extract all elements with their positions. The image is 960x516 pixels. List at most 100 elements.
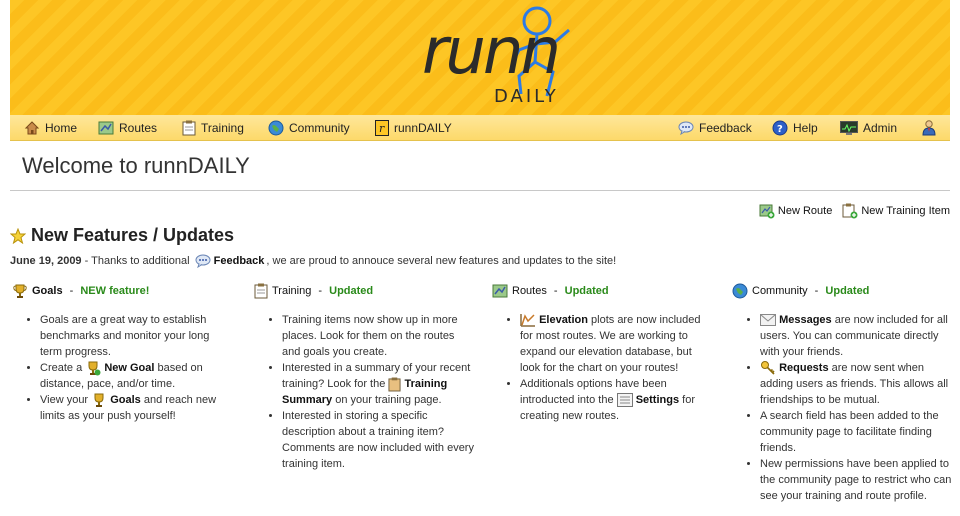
list-item: A search field has been added to the com… (760, 408, 952, 456)
speech-bubble-icon (678, 121, 694, 135)
page-title: Welcome to runnDAILY (22, 153, 250, 178)
nav-training[interactable]: Training (182, 120, 244, 136)
nav-help[interactable]: ? Help (772, 120, 818, 136)
user-icon (922, 120, 936, 136)
intro-text-before: - Thanks to additional (81, 255, 193, 267)
routes-column: Routes - Updated Elevation plots are now… (492, 282, 707, 424)
community-title: Community (752, 285, 808, 297)
training-item-text: Training items now show up in more place… (282, 314, 458, 358)
goals-link[interactable]: Goals (110, 394, 141, 406)
intro-text-after: , we are proud to annouce several new fe… (266, 255, 617, 267)
intro-line: June 19, 2009 - Thanks to additional Fee… (10, 254, 616, 268)
messages-link[interactable]: Messages (779, 314, 832, 326)
new-route-link[interactable]: New Route (759, 203, 832, 219)
settings-link[interactable]: Settings (636, 394, 679, 406)
new-route-label: New Route (777, 205, 833, 217)
globe-icon (268, 120, 284, 136)
envelope-icon (760, 314, 776, 327)
training-separator: - (315, 285, 326, 297)
home-icon (24, 121, 40, 135)
nav-home[interactable]: Home (24, 120, 77, 136)
nav-community[interactable]: Community (268, 120, 350, 136)
nav-feedback-label: Feedback (699, 121, 752, 135)
goals-status: NEW feature! (80, 285, 150, 297)
runndaily-r-icon: r (375, 120, 389, 136)
new-training-item-label: New Training Item (861, 205, 950, 217)
list-item: Training items now show up in more place… (282, 312, 474, 360)
training-item-text: Interested in storing a specific descrip… (282, 410, 474, 470)
goals-list: Goals are a great way to establish bench… (12, 312, 232, 424)
nav-user-profile[interactable] (922, 120, 936, 136)
list-item: Create a New Goal based on distance, pac… (40, 360, 232, 392)
routes-title: Routes (512, 285, 547, 297)
community-item-text: New permissions have been applied to the… (760, 458, 952, 503)
list-item: View your Goals and reach new limits as … (40, 392, 232, 424)
nav-runndaily[interactable]: r runnDAILY (375, 120, 452, 136)
header-banner: runn DAILY (10, 0, 950, 115)
intro-feedback-label: Feedback (213, 255, 265, 267)
new-map-icon (759, 204, 775, 219)
quick-actions: New Route New Training Item (759, 203, 950, 219)
requests-link[interactable]: Requests (779, 362, 829, 374)
intro-date: June 19, 2009 (10, 255, 82, 267)
nav-feedback[interactable]: Feedback (678, 120, 752, 136)
trophy-icon (88, 361, 101, 376)
goals-heading: Goals - NEW feature! (12, 282, 232, 300)
community-column: Community - Updated Messages are now inc… (732, 282, 952, 504)
intro-feedback-link[interactable]: Feedback (195, 254, 265, 268)
map-icon (492, 284, 508, 298)
nav-admin[interactable]: Admin (840, 120, 897, 136)
nav-runndaily-label: runnDAILY (394, 121, 452, 135)
list-item: Interested in a summary of your recent t… (282, 360, 474, 408)
svg-text:?: ? (777, 124, 783, 135)
nav-routes[interactable]: Routes (98, 120, 157, 136)
routes-list: Elevation plots are now included for mos… (492, 312, 707, 424)
list-item: New permissions have been applied to the… (760, 456, 952, 504)
list-item: Interested in storing a specific descrip… (282, 408, 474, 472)
goals-item-text: View your (40, 394, 92, 407)
new-goal-link[interactable]: New Goal (104, 362, 154, 374)
training-heading: Training - Updated (254, 282, 474, 300)
community-separator: - (811, 285, 822, 297)
routes-status: Updated (564, 285, 609, 297)
elevation-chart-icon (520, 314, 535, 327)
svg-text:r: r (379, 122, 385, 135)
goals-title: Goals (32, 285, 63, 297)
globe-icon (732, 283, 748, 299)
goals-item-text: Goals are a great way to establish bench… (40, 314, 210, 358)
training-title: Training (272, 285, 312, 297)
goals-column: Goals - NEW feature! Goals are a great w… (12, 282, 232, 424)
new-training-item-link[interactable]: New Training Item (842, 203, 950, 219)
nav-routes-label: Routes (119, 121, 158, 135)
list-item: Elevation plots are now included for mos… (520, 312, 707, 376)
community-status: Updated (825, 285, 870, 297)
community-heading: Community - Updated (732, 282, 952, 300)
speech-bubble-icon (195, 254, 211, 268)
goals-item-text: Create a (40, 362, 86, 374)
community-list: Messages are now included for all users.… (732, 312, 952, 504)
training-item-text: on your training page. (332, 394, 442, 406)
runndaily-logo[interactable]: runn DAILY (412, 4, 592, 112)
elevation-link[interactable]: Elevation (539, 314, 588, 326)
logo-subtitle: DAILY (494, 86, 559, 107)
list-item: Additionals options have been introducte… (520, 376, 707, 424)
key-icon (761, 361, 775, 375)
section-heading-text: New Features / Updates (31, 225, 235, 245)
section-heading: New Features / Updates (10, 225, 234, 246)
title-divider (10, 190, 950, 191)
new-clipboard-icon (842, 203, 858, 219)
nav-help-label: Help (793, 121, 818, 135)
goals-separator: - (66, 285, 77, 297)
help-icon: ? (772, 120, 788, 136)
list-item: Goals are a great way to establish bench… (40, 312, 232, 360)
clipboard-icon (388, 377, 401, 392)
settings-panel-icon (616, 393, 633, 408)
star-icon (10, 227, 26, 244)
trophy-icon (94, 393, 104, 408)
routes-heading: Routes - Updated (492, 282, 707, 300)
nav-community-label: Community (289, 121, 350, 135)
trophy-icon (13, 284, 27, 298)
nav-training-label: Training (201, 121, 244, 135)
training-list: Training items now show up in more place… (254, 312, 474, 472)
nav-home-label: Home (45, 121, 78, 135)
